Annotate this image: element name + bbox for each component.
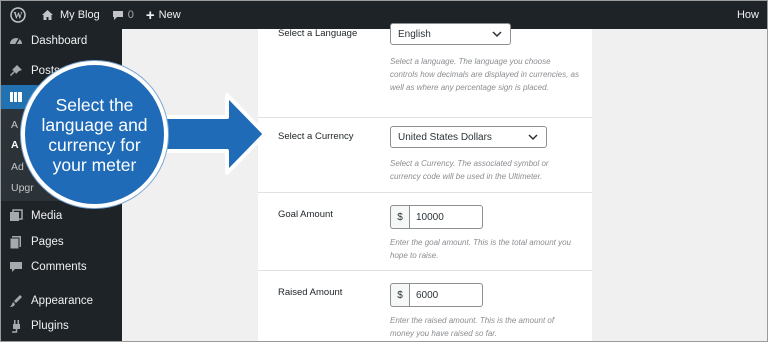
callout-text: Select the language and currency for you…: [41, 94, 148, 175]
screenshot-frame: W My Blog 0 + New How Dashboard Posts A …: [0, 0, 768, 342]
callout-bubble: Select the language and currency for you…: [21, 61, 168, 208]
